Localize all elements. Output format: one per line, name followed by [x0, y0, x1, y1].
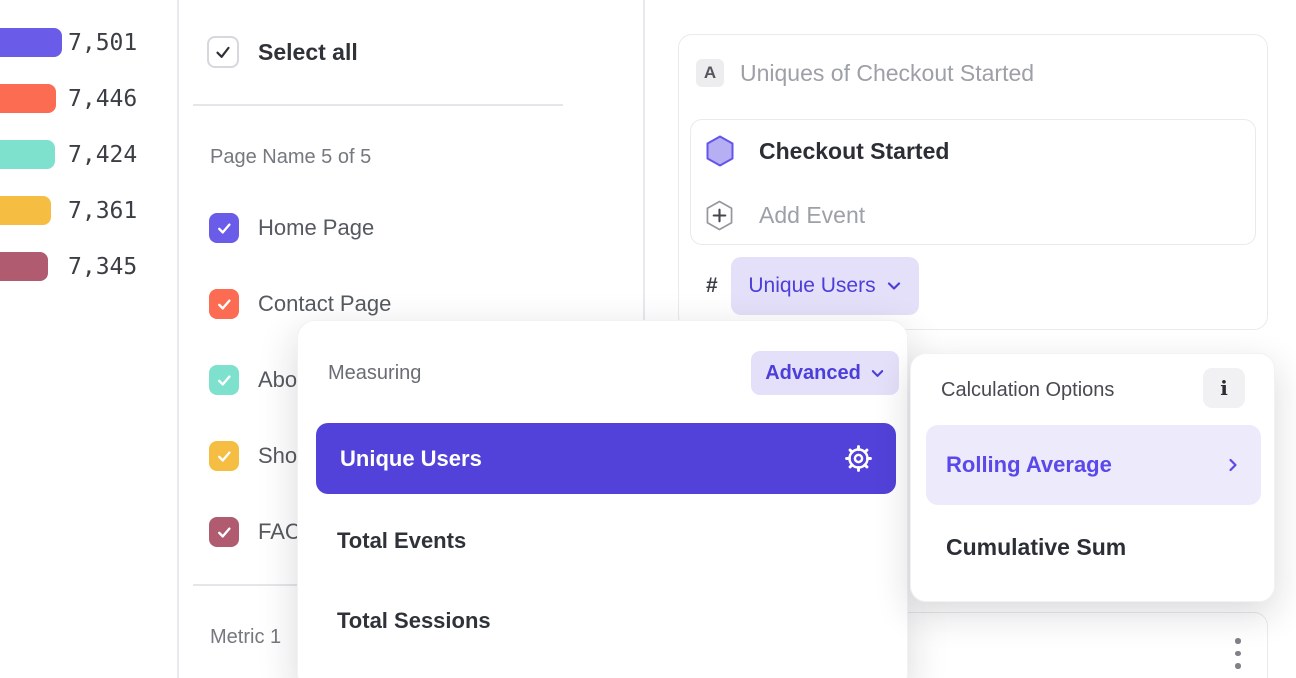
menu-option-cumulative-sum[interactable]: Cumulative Sum [926, 519, 1261, 575]
measure-chip-label: Unique Users [748, 274, 875, 298]
checked-checkbox[interactable] [209, 289, 239, 319]
measure-hash-symbol: # [706, 257, 718, 315]
event-hexagon-icon [706, 135, 734, 167]
checkmark-icon [214, 446, 235, 467]
bar-swatch [0, 252, 48, 281]
breakdown-row-label[interactable]: Contact Page [258, 289, 391, 319]
measure-dropdown-chip[interactable]: Unique Users [731, 257, 919, 315]
checkmark-icon [212, 41, 234, 63]
left-panel-divider [177, 0, 179, 678]
menu-option-label: Unique Users [340, 446, 482, 472]
checked-checkbox[interactable] [209, 213, 239, 243]
chevron-down-icon [870, 366, 885, 381]
breakdown-row-label[interactable]: FAC [258, 517, 301, 547]
checkmark-icon [214, 370, 235, 391]
chevron-down-icon [886, 278, 902, 294]
checked-checkbox[interactable] [209, 441, 239, 471]
select-all-label[interactable]: Select all [258, 36, 358, 68]
breakdown-row-label[interactable]: Sho [258, 441, 297, 471]
info-button[interactable]: i [1203, 368, 1245, 408]
bar-swatch [0, 196, 51, 225]
checkmark-icon [214, 294, 235, 315]
checked-checkbox[interactable] [209, 365, 239, 395]
measuring-menu: Measuring Advanced Unique Users [297, 320, 908, 678]
menu-option-label: Total Sessions [337, 608, 491, 634]
menu-option-total-events[interactable]: Total Events [316, 507, 896, 575]
series-badge[interactable]: A [696, 59, 724, 87]
advanced-mode-dropdown[interactable]: Advanced [751, 351, 899, 395]
event-card: Checkout Started Add Event [690, 119, 1256, 245]
checked-checkbox[interactable] [209, 517, 239, 547]
event-name[interactable]: Checkout Started [759, 135, 949, 167]
legend-value: 7,361 [68, 196, 137, 226]
advanced-mode-label: Advanced [765, 362, 861, 385]
breakdown-group-header: Page Name 5 of 5 [210, 146, 371, 169]
breakdown-row-label[interactable]: Abo [258, 365, 297, 395]
metric-footer-label: Metric 1 [210, 626, 281, 649]
checkmark-icon [214, 522, 235, 543]
calculation-options-menu: Calculation Options i Rolling Average Cu… [910, 353, 1275, 602]
legend-value: 7,424 [68, 140, 137, 170]
divider [193, 104, 563, 106]
calculation-options-title: Calculation Options [941, 370, 1114, 410]
metric-card-a: A Uniques of Checkout Started Checkout S… [678, 34, 1268, 330]
breakdown-row: Home Page [209, 213, 629, 243]
menu-option-rolling-average[interactable]: Rolling Average [926, 425, 1261, 505]
bar-swatch [0, 84, 56, 113]
insights-report-screen: 7,501 7,446 7,424 7,361 7,345 Select all… [0, 0, 1296, 678]
menu-option-label: Total Events [337, 528, 466, 554]
menu-option-label: Cumulative Sum [946, 534, 1126, 561]
bar-swatch [0, 28, 62, 57]
series-title-input[interactable]: Uniques of Checkout Started [740, 59, 1034, 87]
add-event-hexagon-icon [706, 200, 733, 231]
menu-option-unique-users[interactable]: Unique Users [316, 423, 896, 494]
kebab-menu-icon[interactable] [1235, 638, 1241, 669]
menu-option-total-sessions[interactable]: Total Sessions [316, 587, 896, 655]
bar-swatch [0, 140, 55, 169]
legend-value: 7,345 [68, 252, 137, 282]
gear-icon[interactable] [845, 445, 872, 472]
breakdown-row: Contact Page [209, 289, 629, 319]
chevron-right-icon [1225, 457, 1241, 473]
select-all-checkbox[interactable] [207, 36, 239, 68]
measuring-menu-title: Measuring [328, 351, 421, 395]
add-event-button[interactable]: Add Event [759, 200, 865, 231]
info-icon: i [1220, 376, 1228, 400]
legend-value: 7,446 [68, 84, 137, 114]
breakdown-row-label[interactable]: Home Page [258, 213, 374, 243]
checkmark-icon [214, 218, 235, 239]
legend-value: 7,501 [68, 28, 137, 58]
menu-option-label: Rolling Average [946, 452, 1112, 478]
